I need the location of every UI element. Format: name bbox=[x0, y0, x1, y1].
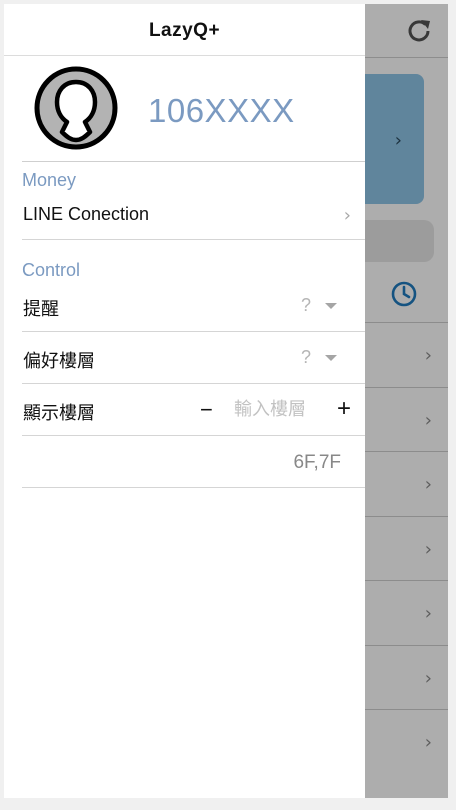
section-label-control: Control bbox=[22, 260, 81, 280]
app-frame: › › › › › › › › LazyQ+ 106XXXX Money LIN… bbox=[4, 4, 448, 798]
user-id: 106XXXX bbox=[148, 92, 295, 129]
section-label-money: Money bbox=[22, 170, 77, 190]
profile-header: 106XXXX bbox=[22, 56, 365, 162]
line-connection-label: LINE Conection bbox=[23, 204, 150, 224]
preferred-floor-label: 偏好樓層 bbox=[23, 351, 95, 371]
side-drawer: LazyQ+ 106XXXX Money LINE Conection › Co… bbox=[4, 4, 365, 798]
display-floor-row: 顯示樓層 − + bbox=[22, 384, 365, 436]
chevron-right-icon: › bbox=[343, 205, 351, 226]
minus-button[interactable]: − bbox=[200, 397, 213, 423]
line-connection-item[interactable]: LINE Conection › bbox=[22, 190, 365, 240]
caret-down-icon bbox=[325, 355, 337, 361]
plus-button[interactable]: + bbox=[337, 395, 351, 423]
reminder-value: ? bbox=[300, 295, 311, 315]
reminder-label: 提醒 bbox=[23, 299, 59, 319]
displayed-floors-row: 6F,7F bbox=[22, 436, 365, 488]
displayed-floors-value: 6F,7F bbox=[293, 452, 341, 473]
floor-input[interactable] bbox=[234, 399, 324, 420]
reminder-select[interactable]: 提醒 ? bbox=[22, 280, 365, 332]
preferred-floor-value: ? bbox=[300, 347, 311, 367]
drawer-title: LazyQ+ bbox=[4, 4, 365, 56]
preferred-floor-select[interactable]: 偏好樓層 ? bbox=[22, 332, 365, 384]
display-floor-label: 顯示樓層 bbox=[23, 403, 95, 423]
caret-down-icon bbox=[325, 303, 337, 309]
user-avatar-icon bbox=[34, 66, 118, 150]
